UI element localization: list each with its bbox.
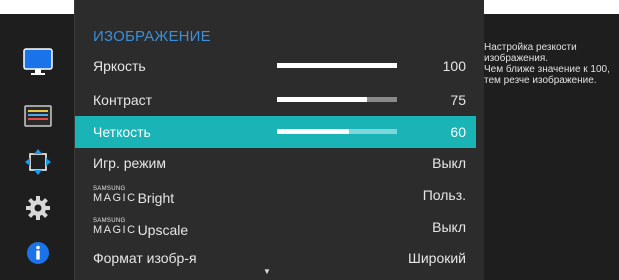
- menu-item-label: Четкость: [93, 124, 151, 140]
- gear-icon[interactable]: [22, 193, 54, 223]
- contrast-slider[interactable]: [277, 97, 397, 102]
- menu-item-brightness[interactable]: Яркость 100: [75, 50, 476, 82]
- menu-item-magic-bright[interactable]: SAMSUNG MAGIC Bright Польз.: [75, 179, 476, 211]
- menu-item-value: 75: [450, 92, 466, 108]
- color-settings-icon[interactable]: [22, 101, 54, 131]
- size-position-icon[interactable]: [22, 147, 54, 177]
- menu-item-label: Контраст: [93, 92, 153, 108]
- monitor-icon[interactable]: [22, 47, 54, 77]
- menu-item-magic-upscale[interactable]: SAMSUNG MAGIC Upscale Выкл: [75, 211, 476, 243]
- menu-item-value: Польз.: [422, 187, 466, 203]
- slider-fill: [277, 129, 349, 134]
- menu-item-value: Широкий: [408, 250, 466, 266]
- slider-fill: [277, 97, 367, 102]
- menu-item-label: SAMSUNG MAGIC Upscale: [93, 218, 189, 238]
- menu-item-label: SAMSUNG MAGIC Bright: [93, 186, 175, 206]
- picture-menu-panel: ИЗОБРАЖЕНИЕ Яркость 100 Контраст 75 Четк…: [74, 0, 484, 280]
- menu-item-label: Яркость: [93, 58, 146, 74]
- menu-item-label: Игр. режим: [93, 155, 166, 171]
- menu-item-game-mode[interactable]: Игр. режим Выкл: [75, 147, 476, 179]
- menu-item-sharpness[interactable]: Четкость 60: [75, 116, 476, 148]
- brightness-slider[interactable]: [277, 63, 397, 68]
- info-icon[interactable]: [22, 238, 54, 268]
- slider-fill: [277, 63, 397, 68]
- menu-item-value: 100: [442, 58, 466, 74]
- scroll-down-icon[interactable]: ▼: [263, 267, 271, 276]
- menu-item-value: Выкл: [432, 219, 466, 235]
- sidebar: [0, 14, 74, 280]
- menu-title: ИЗОБРАЖЕНИЕ: [93, 28, 211, 45]
- menu-item-contrast[interactable]: Контраст 75: [75, 84, 476, 116]
- menu-item-picture-size[interactable]: Формат изобр-я Широкий: [75, 242, 476, 274]
- menu-item-label: Формат изобр-я: [93, 250, 197, 266]
- samsung-magic-logo: SAMSUNG MAGIC: [93, 186, 137, 204]
- sharpness-slider[interactable]: [277, 129, 397, 134]
- menu-item-value: Выкл: [432, 155, 466, 171]
- help-text: Настройка резкости изображения. Чем ближ…: [484, 42, 610, 86]
- menu-item-value: 60: [450, 124, 466, 140]
- samsung-magic-logo: SAMSUNG MAGIC: [93, 218, 137, 236]
- help-panel: Настройка резкости изображения. Чем ближ…: [484, 14, 619, 280]
